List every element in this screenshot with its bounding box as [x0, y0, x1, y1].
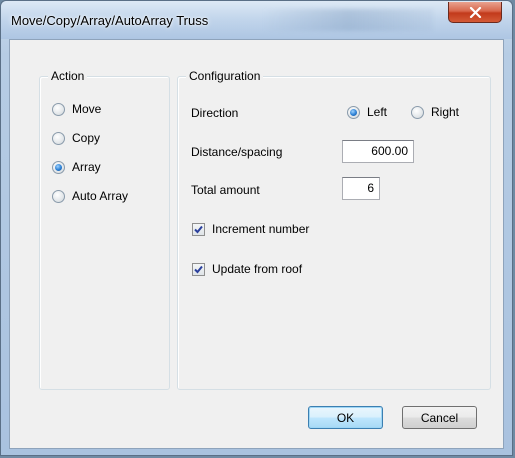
total-amount-label: Total amount: [191, 183, 260, 197]
configuration-group-title: Configuration: [186, 69, 264, 83]
radio-button[interactable]: [52, 189, 65, 203]
radio-button[interactable]: [52, 102, 65, 116]
increment-number-label: Increment number: [212, 222, 310, 236]
window-title: Move/Copy/Array/AutoArray Truss: [11, 13, 209, 28]
action-radio-array-label: Array: [72, 160, 101, 174]
action-groupbox: Action Move Copy Array Auto Array: [39, 69, 170, 390]
checkmark-icon: [194, 265, 203, 273]
radio-button[interactable]: [411, 105, 424, 119]
title-bar[interactable]: Move/Copy/Array/AutoArray Truss: [1, 1, 512, 39]
action-radio-move[interactable]: Move: [52, 102, 101, 116]
checkbox[interactable]: [192, 222, 205, 236]
update-from-roof-label: Update from roof: [212, 262, 303, 276]
checkmark-icon: [194, 225, 203, 233]
increment-number-checkbox[interactable]: Increment number: [192, 222, 309, 236]
direction-label: Direction: [191, 106, 239, 120]
direction-left-label: Left: [367, 105, 388, 119]
dialog-window: Move/Copy/Array/AutoArray Truss Action M…: [0, 0, 513, 456]
radio-button-selected[interactable]: [52, 160, 65, 174]
title-bar-background-blur: [263, 9, 433, 31]
distance-spacing-input[interactable]: 600.00: [342, 140, 414, 163]
configuration-groupbox: Configuration Direction Left Right Dista…: [177, 69, 491, 390]
action-radio-auto-array-label: Auto Array: [72, 189, 129, 203]
dialog-client-area: Action Move Copy Array Auto Array Config…: [9, 39, 504, 449]
close-icon: [469, 6, 481, 18]
action-radio-auto-array[interactable]: Auto Array: [52, 189, 128, 203]
close-button[interactable]: [448, 2, 502, 23]
action-radio-array[interactable]: Array: [52, 160, 101, 174]
ok-button[interactable]: OK: [308, 406, 383, 429]
action-radio-copy-label: Copy: [72, 131, 101, 145]
update-from-roof-checkbox[interactable]: Update from roof: [192, 262, 302, 276]
radio-button[interactable]: [52, 131, 65, 145]
direction-right-label: Right: [431, 105, 460, 119]
total-amount-input[interactable]: 6: [342, 177, 380, 200]
checkbox[interactable]: [192, 262, 205, 276]
direction-radio-left[interactable]: Left: [347, 105, 387, 119]
action-radio-move-label: Move: [72, 102, 102, 116]
direction-radio-right[interactable]: Right: [411, 105, 459, 119]
action-group-title: Action: [48, 69, 88, 83]
distance-spacing-label: Distance/spacing: [191, 145, 283, 159]
action-radio-copy[interactable]: Copy: [52, 131, 100, 145]
cancel-button[interactable]: Cancel: [402, 406, 477, 429]
radio-button-selected[interactable]: [347, 105, 360, 119]
